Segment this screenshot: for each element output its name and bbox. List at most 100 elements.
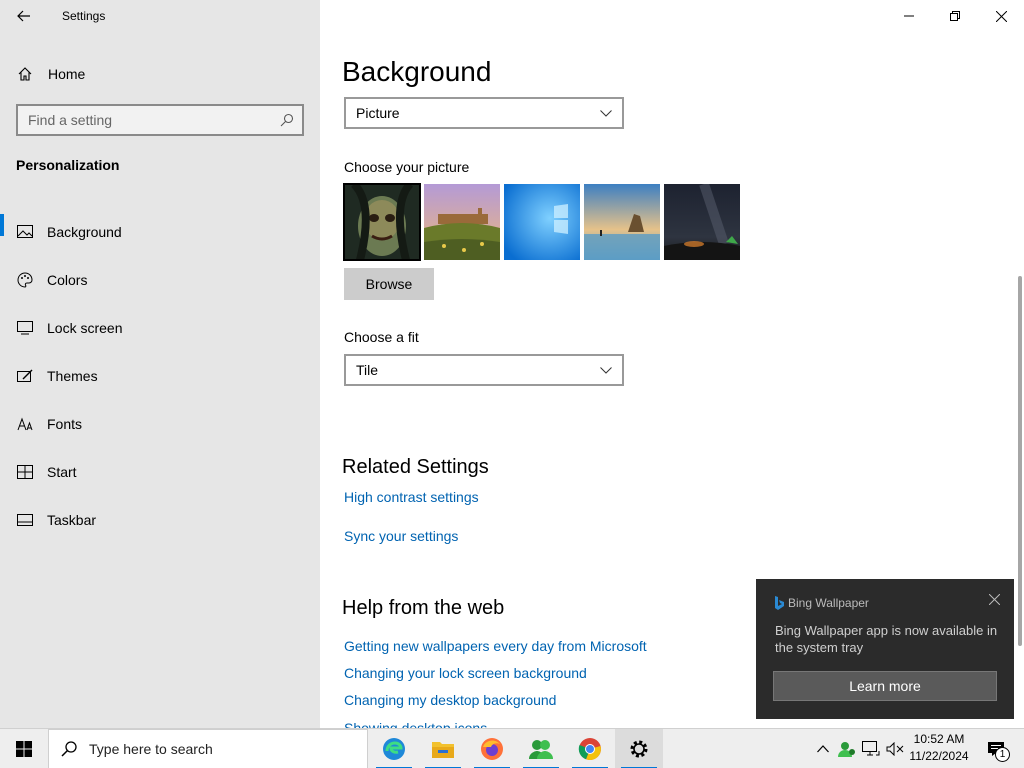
- background-icon: [16, 223, 34, 241]
- taskbar-search-placeholder: Type here to search: [89, 741, 213, 757]
- people-tray-icon: [838, 742, 855, 757]
- toast-app-header: Bing Wallpaper: [774, 596, 869, 610]
- people-app-taskbar-button[interactable]: [517, 729, 565, 768]
- home-icon: [16, 65, 34, 83]
- toast-app-name: Bing Wallpaper: [788, 596, 869, 610]
- firefox-taskbar-button[interactable]: [468, 729, 516, 768]
- chevron-down-icon: [600, 109, 612, 117]
- help-link-lock-screen-background[interactable]: Changing your lock screen background: [344, 665, 587, 681]
- themes-icon: [16, 367, 34, 385]
- show-hidden-icons-button[interactable]: [812, 729, 834, 768]
- page-title: Background: [342, 56, 492, 87]
- windows-logo-icon: [16, 741, 32, 757]
- app-title: Settings: [62, 9, 106, 23]
- picture-thumbnail-1[interactable]: [343, 183, 421, 261]
- file-explorer-taskbar-button[interactable]: [419, 729, 467, 768]
- sidebar-item-label: Start: [47, 464, 77, 480]
- personalization-nav: Background Colors Lock screen Themes Fon…: [0, 208, 320, 544]
- background-type-value: Picture: [356, 105, 400, 121]
- background-type-dropdown[interactable]: Picture: [344, 97, 624, 129]
- people-icon: [529, 740, 553, 759]
- edge-icon: [383, 738, 405, 760]
- taskbar: Type here to search 10:52 AM 11/22/2024 …: [0, 728, 1024, 768]
- chevron-up-icon: [817, 745, 829, 753]
- search-icon: [61, 741, 77, 757]
- restore-button[interactable]: [932, 0, 978, 32]
- sidebar-item-background[interactable]: Background: [0, 208, 320, 256]
- picture-thumbnail-5[interactable]: [664, 184, 740, 260]
- sidebar-item-colors[interactable]: Colors: [0, 256, 320, 304]
- close-icon: [995, 10, 1007, 22]
- folder-icon: [432, 742, 454, 758]
- network-icon: [862, 741, 880, 756]
- notification-badge: 1: [995, 747, 1010, 762]
- back-arrow-icon: [17, 10, 30, 22]
- sidebar-item-label: Fonts: [47, 416, 83, 432]
- sidebar-item-fonts[interactable]: Fonts: [0, 400, 320, 448]
- bing-wallpaper-toast: Bing Wallpaper Bing Wallpaper app is now…: [756, 579, 1014, 719]
- settings-search-box[interactable]: [16, 104, 304, 136]
- help-link-desktop-background[interactable]: Changing my desktop background: [344, 692, 556, 708]
- picture-thumbnail-4[interactable]: [584, 184, 660, 260]
- taskbar-clock[interactable]: 10:52 AM 11/22/2024: [904, 731, 974, 765]
- back-button[interactable]: [8, 2, 40, 30]
- sidebar-item-themes[interactable]: Themes: [0, 352, 320, 400]
- gear-icon: [630, 740, 648, 758]
- sidebar-item-start[interactable]: Start: [0, 448, 320, 496]
- learn-more-button[interactable]: Learn more: [773, 671, 997, 701]
- tray-app-button[interactable]: [836, 729, 858, 768]
- fit-value: Tile: [356, 362, 379, 378]
- settings-taskbar-button[interactable]: [615, 729, 663, 768]
- choose-picture-label: Choose your picture: [344, 159, 470, 175]
- chrome-icon: [578, 738, 601, 761]
- help-link-new-wallpapers[interactable]: Getting new wallpapers every day from Mi…: [344, 638, 647, 654]
- clock-time: 10:52 AM: [913, 732, 965, 746]
- scrollbar[interactable]: [1018, 276, 1022, 646]
- network-button[interactable]: [860, 729, 882, 768]
- picture-thumbnails: [343, 183, 740, 261]
- firefox-icon: [481, 738, 503, 760]
- browse-button[interactable]: Browse: [344, 268, 434, 300]
- sidebar-item-home[interactable]: Home: [0, 58, 320, 90]
- home-label: Home: [48, 66, 86, 82]
- search-icon[interactable]: [272, 113, 302, 127]
- action-center-button[interactable]: 1: [978, 729, 1014, 768]
- sidebar-item-label: Lock screen: [47, 320, 123, 336]
- picture-thumbnail-3[interactable]: [504, 184, 580, 260]
- minimize-button[interactable]: [886, 0, 932, 32]
- help-from-web-heading: Help from the web: [342, 597, 505, 619]
- settings-search-input[interactable]: [18, 106, 272, 134]
- volume-button[interactable]: [884, 729, 906, 768]
- restore-icon: [950, 11, 960, 21]
- lock-screen-icon: [16, 319, 34, 337]
- palette-icon: [16, 271, 34, 289]
- fonts-icon: [16, 415, 34, 433]
- toast-message: Bing Wallpaper app is now available in t…: [775, 623, 998, 655]
- sidebar-item-taskbar[interactable]: Taskbar: [0, 496, 320, 544]
- edge-taskbar-button[interactable]: [370, 729, 418, 768]
- start-button[interactable]: [0, 729, 48, 768]
- sidebar: Settings Home Personalization Background…: [0, 0, 320, 728]
- high-contrast-settings-link[interactable]: High contrast settings: [344, 489, 479, 505]
- taskbar-search-box[interactable]: Type here to search: [48, 729, 368, 768]
- chevron-down-icon: [600, 366, 612, 374]
- section-label: Personalization: [16, 157, 120, 173]
- sidebar-item-label: Colors: [47, 272, 88, 288]
- clock-date: 11/22/2024: [909, 749, 969, 763]
- sync-settings-link[interactable]: Sync your settings: [344, 528, 458, 544]
- chrome-taskbar-button[interactable]: [566, 729, 614, 768]
- bing-logo-icon: [775, 596, 784, 610]
- picture-thumbnail-2[interactable]: [424, 184, 500, 260]
- sidebar-item-label: Background: [47, 224, 122, 240]
- toast-close-button[interactable]: [984, 589, 1004, 609]
- close-button[interactable]: [978, 0, 1024, 32]
- volume-muted-icon: [886, 742, 904, 756]
- related-settings-heading: Related Settings: [342, 456, 489, 478]
- close-icon: [988, 593, 1000, 605]
- sidebar-item-lock-screen[interactable]: Lock screen: [0, 304, 320, 352]
- start-icon: [16, 463, 34, 481]
- fit-dropdown[interactable]: Tile: [344, 354, 624, 386]
- taskbar-icon: [16, 511, 34, 529]
- choose-fit-label: Choose a fit: [344, 329, 419, 345]
- help-link-desktop-icons[interactable]: Showing desktop icons: [344, 719, 487, 728]
